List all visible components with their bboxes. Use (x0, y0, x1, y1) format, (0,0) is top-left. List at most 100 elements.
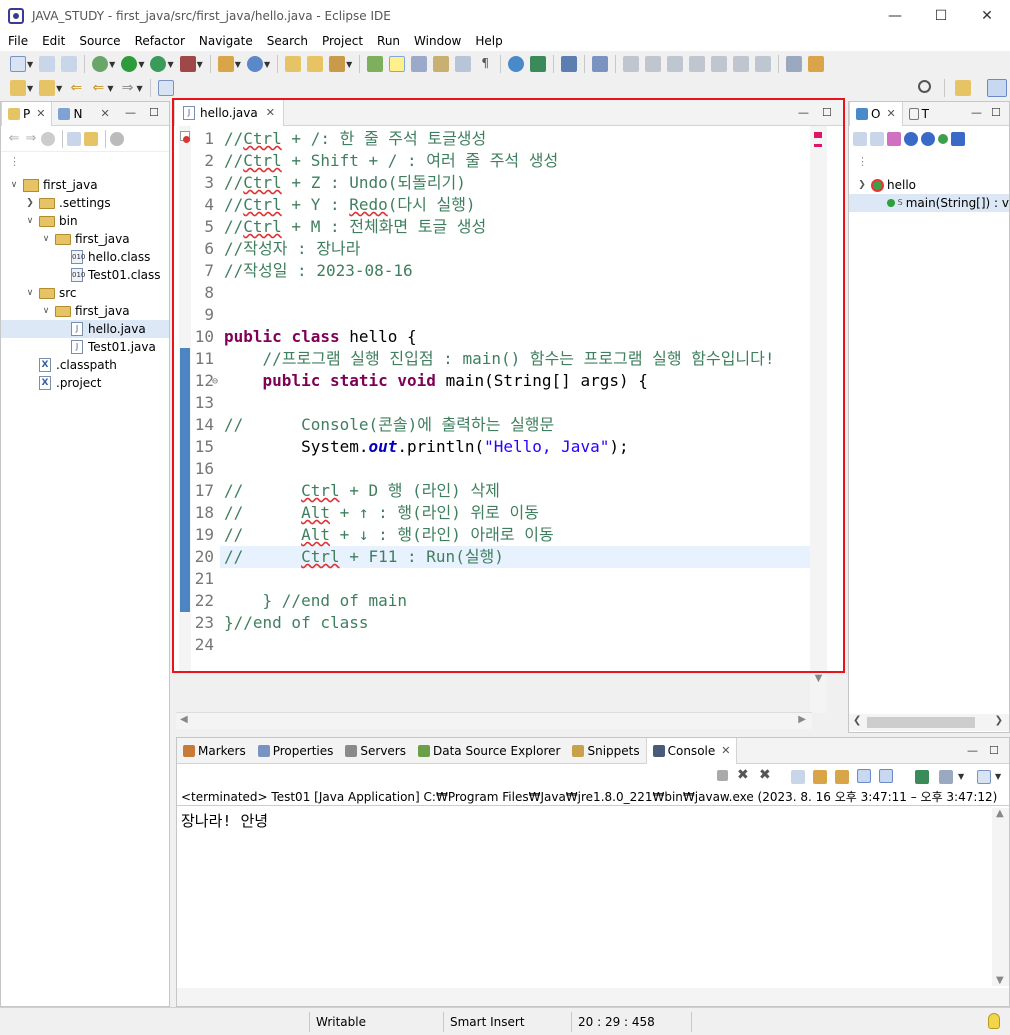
toggle-breadcrumb-icon[interactable] (433, 56, 450, 72)
new-icon[interactable] (10, 56, 26, 72)
use-step-filters-icon[interactable] (808, 56, 825, 72)
code-line[interactable]: System.out.println("Hello, Java"); (224, 436, 629, 458)
code-line[interactable]: }//end of class (224, 612, 369, 634)
up-icon[interactable] (41, 131, 55, 146)
chevron-right-icon[interactable]: ❯ (25, 194, 35, 212)
tab-markers[interactable]: Markers (177, 738, 252, 764)
hide-fields-icon[interactable] (887, 132, 901, 146)
tab-package-explorer[interactable]: P ✕ (1, 101, 53, 126)
remove-launch-icon[interactable]: ✖ (737, 767, 749, 783)
collapse-all-icon[interactable] (853, 132, 867, 146)
code-line[interactable]: public class hello { (224, 326, 417, 348)
disconnect-icon[interactable] (689, 56, 706, 72)
lightbulb-icon[interactable] (988, 1013, 1000, 1029)
code-line[interactable]: //프로그램 실행 진입점 : main() 함수는 프로그램 실행 함수입니다… (224, 348, 775, 370)
close-tab-icon[interactable]: ✕ (100, 107, 109, 120)
forward-icon[interactable]: ⇒ (119, 80, 135, 96)
annotation-icon[interactable] (367, 56, 384, 72)
close-button[interactable]: ✕ (964, 0, 1010, 31)
minimize-view-icon[interactable]: — (971, 106, 982, 119)
code-line[interactable]: //Ctrl + Shift + / : 여러 줄 주석 생성 (224, 150, 558, 172)
code-line[interactable]: //Ctrl + /: 한 줄 주석 토글생성 (224, 128, 486, 150)
view-menu-handle[interactable]: ⋮ (1, 152, 169, 174)
show-on-stdout-icon[interactable] (857, 769, 871, 783)
tree-item[interactable]: X .classpath (1, 356, 169, 374)
back-icon[interactable]: ⇐ (7, 131, 21, 146)
tab-properties[interactable]: Properties (252, 738, 340, 764)
code-line[interactable]: // Ctrl + F11 : Run(실행) (224, 546, 504, 568)
code-area[interactable]: ⊖ 1//Ctrl + /: 한 줄 주석 토글생성 2//Ctrl + Shif… (174, 126, 843, 671)
maximize-view-icon[interactable]: ☐ (149, 106, 159, 119)
resume-icon[interactable] (623, 56, 640, 72)
back-icon[interactable]: ⇐ (90, 80, 106, 96)
forward-icon[interactable]: ⇒ (24, 131, 38, 146)
prev-annotation-icon[interactable] (39, 80, 56, 96)
tab-hello-java[interactable]: J hello.java ✕ (174, 99, 284, 126)
open-type-icon[interactable] (285, 56, 302, 72)
close-tab-icon[interactable]: ✕ (886, 107, 895, 120)
display-console-icon[interactable] (939, 770, 953, 784)
tree-item[interactable]: 010 hello.class (1, 248, 169, 266)
terminate-icon[interactable] (717, 770, 728, 781)
tree-item[interactable]: X .project (1, 374, 169, 392)
menu-refactor[interactable]: Refactor (127, 34, 191, 48)
tab-servers[interactable]: Servers (339, 738, 412, 764)
chevron-down-icon[interactable]: ∨ (9, 176, 19, 194)
save-icon[interactable] (39, 56, 56, 72)
menu-project[interactable]: Project (314, 34, 369, 48)
minimize-button[interactable]: — (872, 0, 918, 31)
save-all-icon[interactable] (61, 56, 78, 72)
menu-source[interactable]: Source (71, 34, 126, 48)
open-perspective-icon[interactable] (955, 80, 971, 96)
menu-search[interactable]: Search (259, 34, 314, 48)
minimize-view-icon[interactable]: — (125, 106, 136, 119)
hide-non-public-icon[interactable] (921, 132, 935, 146)
new-java-project-icon[interactable] (217, 56, 234, 72)
collapse-all-icon[interactable] (67, 131, 81, 146)
view-menu-handle[interactable]: ⋮ (849, 152, 1009, 176)
menu-edit[interactable]: Edit (34, 34, 71, 48)
warning-overview-mark[interactable] (814, 144, 822, 147)
remove-all-icon[interactable]: ✖ (759, 767, 771, 783)
globe-icon[interactable] (508, 56, 525, 72)
tab-snippets[interactable]: Snippets (566, 738, 645, 764)
console-output[interactable]: 장나라! 안녕 (177, 806, 1009, 831)
menu-window[interactable]: Window (406, 34, 467, 48)
maximize-view-icon[interactable]: ☐ (991, 106, 1001, 119)
tree-item[interactable]: Jhello.java (1, 320, 169, 338)
code-line[interactable]: //작성자 : 장나라 (224, 238, 360, 260)
terminal-icon[interactable] (561, 56, 578, 72)
search-icon[interactable] (918, 80, 931, 93)
menu-file[interactable]: File (0, 34, 34, 48)
sort-icon[interactable] (870, 132, 884, 146)
hide-local-types-icon[interactable] (938, 134, 948, 144)
drop-to-frame-icon[interactable] (786, 56, 803, 72)
word-wrap-icon[interactable] (455, 56, 472, 72)
editor-scroll-down[interactable]: ▼ (810, 673, 827, 713)
code-line[interactable]: // Alt + ↓ : 행(라인) 아래로 이동 (224, 524, 554, 546)
chevron-down-icon[interactable]: ∨ (41, 302, 51, 320)
step-into-icon[interactable] (711, 56, 728, 72)
pin-console-icon[interactable] (915, 770, 929, 784)
pin-editor-icon[interactable] (157, 80, 174, 96)
external-tools-icon[interactable] (179, 56, 196, 72)
tab-data-source-explorer[interactable]: Data Source Explorer (412, 738, 566, 764)
new-java-class-icon[interactable] (246, 56, 263, 72)
chevron-down-icon[interactable]: ∨ (41, 230, 51, 248)
search-remote-icon[interactable] (592, 56, 609, 72)
step-return-icon[interactable] (755, 56, 772, 72)
clear-console-icon[interactable] (791, 770, 805, 784)
code-line[interactable]: //Ctrl + M : 전체화면 토글 생성 (224, 216, 486, 238)
open-task-icon[interactable] (307, 56, 324, 72)
show-whitespace-icon[interactable]: ¶ (477, 56, 493, 72)
block-selection-icon[interactable] (411, 56, 428, 72)
java-perspective-icon[interactable] (987, 79, 1007, 97)
terminate-icon[interactable] (667, 56, 684, 72)
chevron-down-icon[interactable]: ∨ (25, 284, 35, 302)
code-line[interactable]: public static void main(String[] args) { (224, 370, 648, 392)
highlight-occurrences-icon[interactable] (389, 56, 406, 72)
tab-console[interactable]: Console ✕ (645, 737, 738, 764)
menu-run[interactable]: Run (369, 34, 406, 48)
error-overview-mark[interactable] (814, 132, 822, 138)
editor-horizontal-scrollbar[interactable]: ◀ ▶ (176, 712, 812, 729)
